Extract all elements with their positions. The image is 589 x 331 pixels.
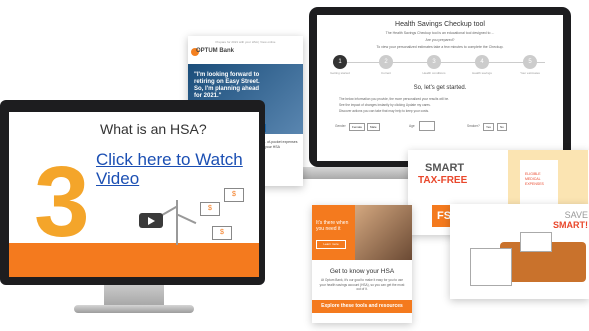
know-hero-text: It's there when you need it xyxy=(316,220,349,232)
smart-title: SMART xyxy=(425,162,465,174)
step-4-label: Health savings xyxy=(472,71,492,75)
video-title: What is an HSA? xyxy=(100,121,207,137)
wallet-bill-icon xyxy=(520,232,552,252)
checkup-subtitle: To view your personalized estimates take… xyxy=(376,45,504,49)
play-icon xyxy=(148,217,155,225)
male-button[interactable]: Male xyxy=(367,123,380,131)
info-line-1: The below information you provide, the m… xyxy=(339,97,450,101)
smart-text: SMART! xyxy=(553,220,588,230)
health-savings-checkup-screen: Health Savings Checkup tool The Health S… xyxy=(317,15,563,161)
eligible-expenses-text: ELIGIBLE MEDICAL EXPENSES xyxy=(525,172,544,186)
smoker-yes-button[interactable]: Yes xyxy=(483,123,494,131)
info-line-3: Discover actions you can take that may h… xyxy=(339,109,430,113)
dollar-bill-icon: $ xyxy=(224,188,244,202)
age-label: Age xyxy=(409,124,415,128)
checkup-prepared: Are you prepared? xyxy=(425,38,455,42)
tax-free-title: TAX-FREE xyxy=(418,175,468,186)
monitor-foot xyxy=(74,305,194,313)
know-title: Get to know your HSA xyxy=(329,268,395,275)
optum-logo: OPTUM Bank xyxy=(196,48,235,54)
step-5[interactable]: 5 xyxy=(523,55,537,69)
dollar-bill-icon: $ xyxy=(212,226,232,240)
save-smart-heading: SAVE SMART! xyxy=(548,210,588,230)
female-button[interactable]: Female xyxy=(349,123,366,131)
step-3-label: Health conditions xyxy=(422,71,446,75)
step-2-label: Current xyxy=(380,71,391,75)
step-3[interactable]: 3 xyxy=(427,55,441,69)
email-top-text: Prepare for 2021 with your HSA | View on… xyxy=(215,40,276,44)
info-line-2: See the impact of changes instantly by c… xyxy=(339,103,431,107)
watch-video-link[interactable]: Click here to Watch Video xyxy=(96,150,246,188)
monitor-stand xyxy=(104,285,164,307)
learn-more-button[interactable]: Learn more xyxy=(316,240,346,249)
step-2[interactable]: 2 xyxy=(379,55,393,69)
step-1-label: Getting started xyxy=(330,71,350,75)
email-hero-text: "I'm looking forward to retiring on Easy… xyxy=(194,72,260,99)
checkup-title: Health Savings Checkup tool xyxy=(395,21,485,28)
smoker-no-button[interactable]: No xyxy=(497,123,507,131)
dollar-bill-icon: $ xyxy=(200,202,220,216)
save-text: SAVE xyxy=(564,210,588,220)
gender-label: Gender xyxy=(335,124,346,128)
step-5-label: Your estimates xyxy=(520,71,540,75)
dollar-bill-icon xyxy=(470,248,512,286)
checkup-intro: The Health Savings Checkup tool is an ed… xyxy=(385,31,495,35)
smoker-label: Smoker? xyxy=(467,124,480,128)
age-input[interactable] xyxy=(419,121,435,131)
big-number: 3 xyxy=(34,146,90,258)
step-1[interactable]: 1 xyxy=(333,55,347,69)
know-body-text: At Optum Bank, it's our goal to make it … xyxy=(319,278,405,291)
step-4[interactable]: 4 xyxy=(475,55,489,69)
start-title: So, let's get started. xyxy=(413,85,467,91)
know-hero-photo xyxy=(355,205,412,260)
explore-tools-button[interactable]: Explore these tools and resources xyxy=(312,300,412,313)
